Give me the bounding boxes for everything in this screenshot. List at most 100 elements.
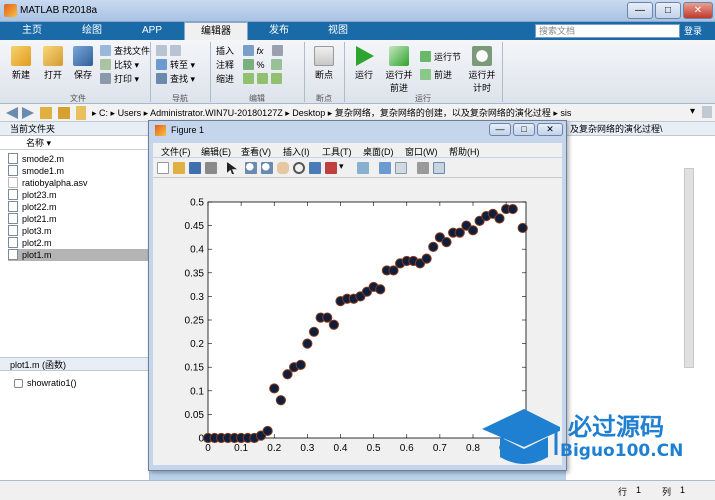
pan-hand-icon[interactable]	[277, 162, 289, 174]
indent-button[interactable]: 缩进	[216, 72, 306, 86]
smart-indent-icon	[256, 73, 268, 84]
status-bar: 行 1 列 1	[0, 480, 715, 500]
data-point	[328, 319, 339, 330]
menu-window[interactable]: 窗口(W)	[405, 145, 438, 158]
advance-icon	[420, 69, 431, 80]
run-button[interactable]: 运行	[350, 46, 378, 81]
find-button[interactable]: 查找 ▾	[156, 72, 206, 86]
list-item[interactable]: plot3.m	[8, 225, 150, 237]
breadcrumb-item[interactable]: Users	[118, 108, 142, 118]
zoom-out-icon[interactable]	[261, 162, 273, 174]
menu-tools[interactable]: 工具(T)	[322, 145, 352, 158]
list-item-selected[interactable]: plot1.m	[8, 249, 150, 261]
open-icon[interactable]	[173, 162, 185, 174]
open-button[interactable]: 打开	[40, 46, 66, 81]
data-cursor-icon[interactable]	[309, 162, 321, 174]
new-label: 新建	[11, 70, 30, 80]
menu-file[interactable]: 文件(F)	[161, 145, 191, 158]
run-section-button[interactable]: 运行节	[420, 50, 466, 68]
breadcrumb-item[interactable]: sis	[560, 108, 571, 118]
compare-button[interactable]: 比较 ▾	[100, 58, 150, 72]
save-icon[interactable]	[189, 162, 201, 174]
back-icon[interactable]	[6, 107, 18, 119]
data-point	[262, 425, 273, 437]
run-time-button[interactable]: 运行并计时	[466, 46, 498, 94]
list-item[interactable]: plot21.m	[8, 213, 150, 225]
print-button[interactable]: 打印 ▾	[100, 72, 150, 86]
breadcrumb-item[interactable]: Desktop	[292, 108, 325, 118]
watermark-url: Biguo100.CN	[560, 441, 684, 461]
tab-apps[interactable]: APP	[124, 22, 180, 40]
comment-button[interactable]: 注释 %	[216, 58, 306, 72]
figure-minimize-button[interactable]: —	[489, 123, 511, 136]
run-advance-button[interactable]: 运行并前进	[382, 46, 416, 94]
pointer-icon[interactable]	[227, 162, 237, 174]
menu-edit[interactable]: 编辑(E)	[201, 145, 231, 158]
watermark-title: 必过源码	[568, 413, 664, 441]
save-button[interactable]: 保存	[70, 46, 96, 81]
group-file-label: 文件	[70, 94, 86, 103]
new-file-icon	[11, 46, 31, 66]
brush-dropdown-icon[interactable]: ▾	[339, 161, 344, 172]
breadcrumb-sep: ▸	[92, 108, 100, 118]
minimize-button[interactable]: —	[627, 2, 653, 19]
column-header[interactable]: 名称 ▾	[0, 136, 150, 150]
x-tick-label: 0	[205, 443, 211, 454]
data-point	[494, 213, 505, 224]
menu-insert[interactable]: 插入(I)	[283, 145, 310, 158]
maximize-button[interactable]: □	[655, 2, 681, 19]
list-item[interactable]: plot23.m	[8, 189, 150, 201]
tab-publish[interactable]: 发布	[252, 22, 306, 40]
browse-folder-icon[interactable]	[58, 107, 70, 119]
figure-close-button[interactable]: ✕	[537, 123, 563, 136]
compare-icon	[100, 59, 111, 70]
tab-view[interactable]: 视图	[310, 22, 366, 40]
menu-view[interactable]: 查看(V)	[241, 145, 271, 158]
search-input[interactable]: 搜索文档	[535, 24, 680, 38]
breadcrumb-item[interactable]: C:	[99, 108, 108, 118]
address-dropdown-icon[interactable]: ▾	[690, 106, 695, 117]
breadcrumb-item[interactable]: Administrator.WIN7U-20180127Z	[150, 108, 283, 118]
colorbar-icon[interactable]	[379, 162, 391, 174]
list-item[interactable]: plot2.m	[8, 237, 150, 249]
data-point	[308, 326, 320, 337]
goto-button[interactable]: 转至 ▾	[156, 58, 206, 72]
menu-help[interactable]: 帮助(H)	[449, 145, 480, 158]
show-tools-icon[interactable]	[433, 162, 445, 174]
data-point	[441, 237, 452, 248]
brush-icon[interactable]	[325, 162, 337, 174]
login-link[interactable]: 登录	[684, 24, 702, 37]
list-item[interactable]: plot22.m	[8, 201, 150, 213]
new-button[interactable]: 新建	[8, 46, 34, 81]
insert-button[interactable]: 插入 fx	[216, 44, 306, 58]
back-forward-buttons[interactable]	[156, 44, 206, 58]
breadcrumb-item[interactable]: 复杂网络，复杂网络的创建，以及复杂网络的演化过程	[335, 108, 551, 118]
forward-icon[interactable]	[22, 107, 34, 119]
right-panel-path: 及复杂网络的演化过程\	[566, 122, 715, 136]
tab-plots[interactable]: 绘图	[62, 22, 122, 40]
search-folder-icon[interactable]	[702, 106, 712, 118]
list-item[interactable]: smode2.m	[8, 153, 150, 165]
breadcrumb-sep: ▸	[110, 108, 118, 118]
m-file-icon	[8, 249, 18, 260]
breakpoints-button[interactable]: 断点	[310, 46, 338, 81]
new-figure-icon[interactable]	[157, 162, 169, 174]
legend-icon[interactable]	[395, 162, 407, 174]
list-item[interactable]: ratiobyalpha.asv	[8, 177, 150, 189]
function-item[interactable]: showratio1()	[14, 378, 77, 388]
close-button[interactable]: ✕	[683, 2, 713, 19]
up-folder-icon[interactable]	[40, 107, 52, 119]
print-icon[interactable]	[205, 162, 217, 174]
tab-home[interactable]: 主页	[6, 22, 58, 40]
scrollbar[interactable]	[684, 168, 694, 368]
zoom-in-icon[interactable]	[245, 162, 257, 174]
advance-button[interactable]: 前进	[420, 68, 466, 82]
list-item[interactable]: smode1.m	[8, 165, 150, 177]
menu-desktop[interactable]: 桌面(D)	[363, 145, 394, 158]
tab-editor[interactable]: 编辑器	[184, 22, 248, 40]
link-plot-icon[interactable]	[357, 162, 369, 174]
find-files-button[interactable]: 查找文件	[100, 44, 150, 58]
rotate-icon[interactable]	[293, 162, 305, 174]
figure-maximize-button[interactable]: □	[513, 123, 535, 136]
hide-tools-icon[interactable]	[417, 162, 429, 174]
